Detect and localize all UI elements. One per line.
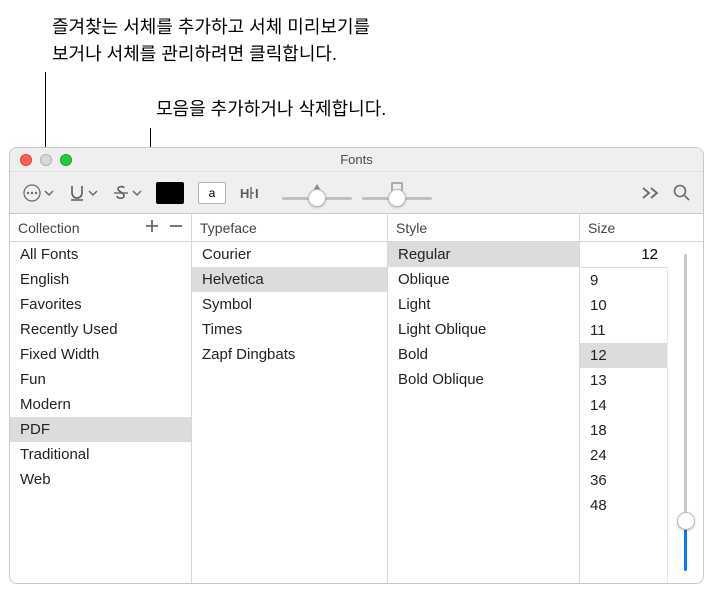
list-item[interactable]: Helvetica <box>192 267 387 292</box>
character-spacing-button[interactable]: HI <box>240 185 262 201</box>
list-item[interactable]: Traditional <box>10 442 191 467</box>
svg-text:H: H <box>240 186 249 201</box>
list-item[interactable]: Courier <box>192 242 387 267</box>
list-item[interactable]: PDF <box>10 417 191 442</box>
size-header-label: Size <box>588 220 615 236</box>
maximize-button[interactable] <box>60 154 72 166</box>
annotation-text: 보거나 서체를 관리하려면 클릭합니다. <box>52 41 370 68</box>
chevron-down-icon <box>88 188 98 198</box>
typeface-header-label: Typeface <box>200 220 257 236</box>
size-input[interactable] <box>580 242 668 268</box>
list-item[interactable]: Bold Oblique <box>388 367 579 392</box>
fonts-window: Fonts a HI <box>9 147 704 584</box>
collection-header-label: Collection <box>18 220 79 236</box>
list-item[interactable]: Fixed Width <box>10 342 191 367</box>
list-item[interactable]: Times <box>192 317 387 342</box>
list-item[interactable]: Regular <box>388 242 579 267</box>
typeface-header: Typeface <box>192 214 387 242</box>
style-header: Style <box>388 214 579 242</box>
style-header-label: Style <box>396 220 427 236</box>
list-item[interactable]: English <box>10 267 191 292</box>
search-button[interactable] <box>673 184 691 202</box>
close-button[interactable] <box>20 154 32 166</box>
list-item[interactable]: Symbol <box>192 292 387 317</box>
shadow-opacity-slider[interactable] <box>282 179 352 207</box>
list-item[interactable]: Bold <box>388 342 579 367</box>
document-color-button[interactable]: a <box>198 182 226 204</box>
collection-column: Collection All FontsEnglishFavoritesRece… <box>10 214 192 583</box>
annotation-text: 즐겨찾는 서체를 추가하고 서체 미리보기를 <box>52 14 370 41</box>
list-item[interactable]: 11 <box>580 318 667 343</box>
size-header: Size <box>580 214 703 242</box>
list-item[interactable]: 10 <box>580 293 667 318</box>
minimize-button[interactable] <box>40 154 52 166</box>
list-item[interactable]: 13 <box>580 368 667 393</box>
style-list[interactable]: RegularObliqueLightLight ObliqueBoldBold… <box>388 242 579 583</box>
shadow-blur-slider[interactable] <box>362 179 432 207</box>
collection-header: Collection <box>10 214 191 242</box>
content-area: Collection All FontsEnglishFavoritesRece… <box>10 214 703 583</box>
text-color-button[interactable] <box>156 182 184 204</box>
list-item[interactable]: Fun <box>10 367 191 392</box>
list-item[interactable]: Recently Used <box>10 317 191 342</box>
collection-list[interactable]: All FontsEnglishFavoritesRecently UsedFi… <box>10 242 191 583</box>
more-button[interactable] <box>641 186 659 200</box>
list-item[interactable]: Light Oblique <box>388 317 579 342</box>
list-item[interactable]: 18 <box>580 418 667 443</box>
strikethrough-button[interactable] <box>112 184 142 202</box>
list-item[interactable]: Modern <box>10 392 191 417</box>
size-slider[interactable] <box>668 242 703 583</box>
text-bg-letter: a <box>209 186 216 200</box>
list-item[interactable]: All Fonts <box>10 242 191 267</box>
titlebar: Fonts <box>10 148 703 172</box>
list-item[interactable]: Zapf Dingbats <box>192 342 387 367</box>
style-column: Style RegularObliqueLightLight ObliqueBo… <box>388 214 580 583</box>
add-collection-button[interactable] <box>145 219 159 236</box>
list-item[interactable]: Favorites <box>10 292 191 317</box>
size-column: Size 9101112131418243648 <box>580 214 703 583</box>
traffic-lights <box>20 154 72 166</box>
more-actions-button[interactable] <box>22 183 54 203</box>
list-item[interactable]: Oblique <box>388 267 579 292</box>
list-item[interactable]: Web <box>10 467 191 492</box>
chevron-down-icon <box>132 188 142 198</box>
list-item[interactable]: 9 <box>580 268 667 293</box>
list-item[interactable]: 36 <box>580 468 667 493</box>
svg-text:I: I <box>255 186 259 201</box>
annotation-text: 모음을 추가하거나 삭제합니다. <box>156 96 386 123</box>
list-item[interactable]: 14 <box>580 393 667 418</box>
toolbar: a HI <box>10 172 703 214</box>
remove-collection-button[interactable] <box>169 219 183 236</box>
typeface-column: Typeface CourierHelveticaSymbolTimesZapf… <box>192 214 388 583</box>
size-list[interactable]: 9101112131418243648 <box>580 268 667 583</box>
underline-button[interactable] <box>68 184 98 202</box>
typeface-list[interactable]: CourierHelveticaSymbolTimesZapf Dingbats <box>192 242 387 583</box>
list-item[interactable]: 12 <box>580 343 667 368</box>
window-title: Fonts <box>340 152 373 167</box>
list-item[interactable]: 48 <box>580 493 667 518</box>
chevron-down-icon <box>44 188 54 198</box>
list-item[interactable]: Light <box>388 292 579 317</box>
list-item[interactable]: 24 <box>580 443 667 468</box>
